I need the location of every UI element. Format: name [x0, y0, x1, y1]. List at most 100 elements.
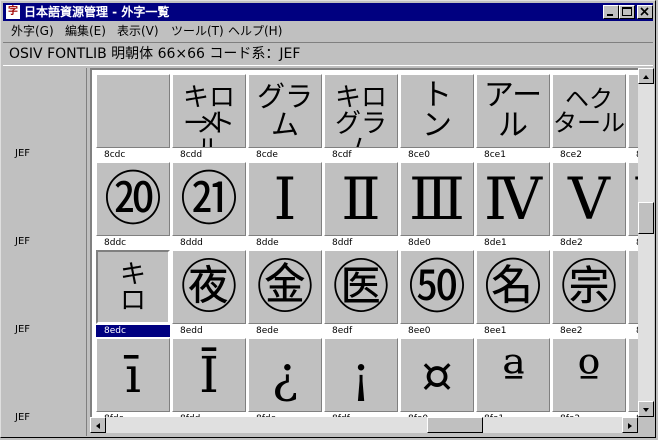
font-info-text: OSIV FONTLIB 明朝体 66×66 コード系：JEF — [9, 46, 301, 62]
glyph-text: Ⅲ — [409, 165, 465, 233]
glyph-preview[interactable]: ヘク タール — [552, 74, 626, 148]
glyph-preview[interactable]: ト — [628, 74, 638, 148]
minimize-button[interactable] — [603, 5, 619, 19]
glyph-preview[interactable]: キログラム — [324, 74, 398, 148]
glyph-cell[interactable]: Ⅱ 8ddf — [324, 162, 400, 250]
title-bar[interactable]: 字 日本語資源管理 - 外字一覧 — [3, 3, 653, 21]
glyph-cell[interactable]: Ī8fdd — [172, 338, 248, 417]
glyph-cell[interactable]: Ⅰ 8dde — [248, 162, 324, 250]
glyph-preview[interactable]: グラム — [248, 74, 322, 148]
glyph-preview[interactable]: Ⅲ — [400, 162, 474, 236]
glyph-preview[interactable]: キロメートル — [172, 74, 246, 148]
glyph-preview[interactable]: トン — [400, 74, 474, 148]
char-code-label: 8dde — [248, 237, 322, 249]
menu-edit[interactable]: 編集(E) — [65, 24, 106, 39]
glyph-text: ル — [498, 108, 528, 143]
glyph-cell[interactable]: ㊩ 8edf — [324, 250, 400, 338]
glyph-preview[interactable]: ㊗ — [628, 250, 638, 324]
glyph-cell[interactable]: ㊰ 8edd — [172, 250, 248, 338]
glyph-cell[interactable]: ㊪ 8ee2 — [552, 250, 628, 338]
glyph-cell[interactable]: ⑳ 8ddc — [96, 162, 172, 250]
scroll-left-button[interactable] — [90, 417, 106, 433]
glyph-preview[interactable]: ㊿ — [400, 250, 474, 324]
glyph-cell[interactable]: トン 8ce0 — [400, 74, 476, 162]
glyph-cell[interactable]: 8cdc — [96, 74, 172, 162]
char-code-label: 8ddc — [96, 237, 170, 249]
glyph-cell[interactable]: Ⅲ 8de0 — [400, 162, 476, 250]
glyph-cell[interactable]: アール 8ce1 — [476, 74, 552, 162]
glyph-cell[interactable]: キログラム8cdf — [324, 74, 400, 162]
kanji-app-icon[interactable]: 字 — [6, 5, 20, 19]
glyph-text: ートル — [182, 109, 235, 147]
glyph-cell[interactable]: ㊗ 8ee3 — [628, 250, 638, 338]
glyph-preview[interactable]: キロ — [96, 250, 170, 324]
glyph-text: ン — [422, 108, 452, 143]
glyph-preview[interactable]: Ⅵ — [628, 162, 638, 236]
glyph-cell[interactable]: º8fe2 — [552, 338, 628, 417]
vertical-scrollbar[interactable] — [638, 68, 654, 417]
glyph-cell[interactable]: ㊔ 8ee1 — [476, 250, 552, 338]
char-code-label: 8edd — [172, 325, 246, 337]
glyph-cell[interactable]: ¡8fdf — [324, 338, 400, 417]
arrow-down-icon — [643, 408, 649, 412]
glyph-text: ¡ — [350, 346, 372, 404]
glyph-text: ト — [422, 78, 452, 113]
menu-view[interactable]: 表示(V) — [117, 24, 159, 39]
menu-help[interactable]: ヘルプ(H) — [228, 24, 282, 39]
glyph-cell[interactable]: ㉑ 8ddd — [172, 162, 248, 250]
glyph-cell[interactable]: Ⅴ 8de2 — [552, 162, 628, 250]
glyph-preview[interactable]: ⑳ — [96, 162, 170, 236]
glyph-cell[interactable]: ト 8ce3 — [628, 74, 638, 162]
glyph-preview[interactable]: Ī — [172, 338, 246, 412]
glyph-preview[interactable]: ㊔ — [476, 250, 550, 324]
glyph-preview[interactable]: ¿ — [248, 338, 322, 412]
char-code-label: 8de2 — [552, 237, 626, 249]
row-label: JEF — [15, 236, 31, 247]
glyph-preview[interactable]: . — [628, 338, 638, 412]
char-code-label: 8cdd — [172, 149, 246, 161]
glyph-cell[interactable]: Ⅵ 8de3 — [628, 162, 638, 250]
glyph-cell[interactable]: ヘク タール 8ce2 — [552, 74, 628, 162]
glyph-cell[interactable]: グラム 8cde — [248, 74, 324, 162]
scroll-down-button[interactable] — [638, 401, 654, 417]
glyph-preview[interactable]: ㊎ — [248, 250, 322, 324]
glyph-preview[interactable]: Ⅰ — [248, 162, 322, 236]
glyph-cell[interactable]: ¿8fde — [248, 338, 324, 417]
glyph-preview[interactable] — [96, 74, 170, 148]
glyph-cell[interactable]: キロメートル8cdd — [172, 74, 248, 162]
glyph-preview[interactable]: Ⅱ — [324, 162, 398, 236]
vertical-scroll-thumb[interactable] — [638, 202, 654, 234]
menu-gaiji[interactable]: 外字(G) — [11, 24, 54, 39]
glyph-cell[interactable]: ㊎ 8ede — [248, 250, 324, 338]
glyph-preview[interactable]: º — [552, 338, 626, 412]
glyph-cell[interactable]: .8fe3 — [628, 338, 638, 417]
glyph-preview[interactable]: ㉑ — [172, 162, 246, 236]
glyph-text: タール — [553, 109, 625, 137]
glyph-preview[interactable]: ī — [96, 338, 170, 412]
horizontal-scrollbar[interactable] — [90, 417, 638, 433]
row-label: JEF — [15, 412, 31, 423]
glyph-preview[interactable]: ¤ — [400, 338, 474, 412]
glyph-preview[interactable]: アール — [476, 74, 550, 148]
horizontal-scroll-thumb[interactable] — [427, 417, 483, 433]
glyph-cell[interactable]: Ⅳ 8de1 — [476, 162, 552, 250]
glyph-cell[interactable]: ª8fe1 — [476, 338, 552, 417]
glyph-preview[interactable]: ㊩ — [324, 250, 398, 324]
glyph-cell[interactable]: ㊿ 8ee0 — [400, 250, 476, 338]
scroll-right-button[interactable] — [622, 417, 638, 433]
menu-tools[interactable]: ツール(T) — [171, 24, 224, 39]
glyph-preview[interactable]: Ⅴ — [552, 162, 626, 236]
close-button[interactable] — [637, 5, 653, 19]
glyph-cell[interactable]: キロ 8edc — [96, 250, 172, 338]
glyph-preview[interactable]: ㊪ — [552, 250, 626, 324]
glyph-cell[interactable]: ī8fdc — [96, 338, 172, 417]
glyph-preview[interactable]: ª — [476, 338, 550, 412]
glyph-preview[interactable]: ㊰ — [172, 250, 246, 324]
scroll-up-button[interactable] — [638, 68, 654, 84]
glyph-cell[interactable]: ¤8fe0 — [400, 338, 476, 417]
maximize-button[interactable] — [619, 5, 635, 19]
glyph-preview[interactable]: ¡ — [324, 338, 398, 412]
glyph-text: Ⅳ — [484, 165, 542, 233]
char-code-label: 8ddd — [172, 237, 246, 249]
glyph-preview[interactable]: Ⅳ — [476, 162, 550, 236]
